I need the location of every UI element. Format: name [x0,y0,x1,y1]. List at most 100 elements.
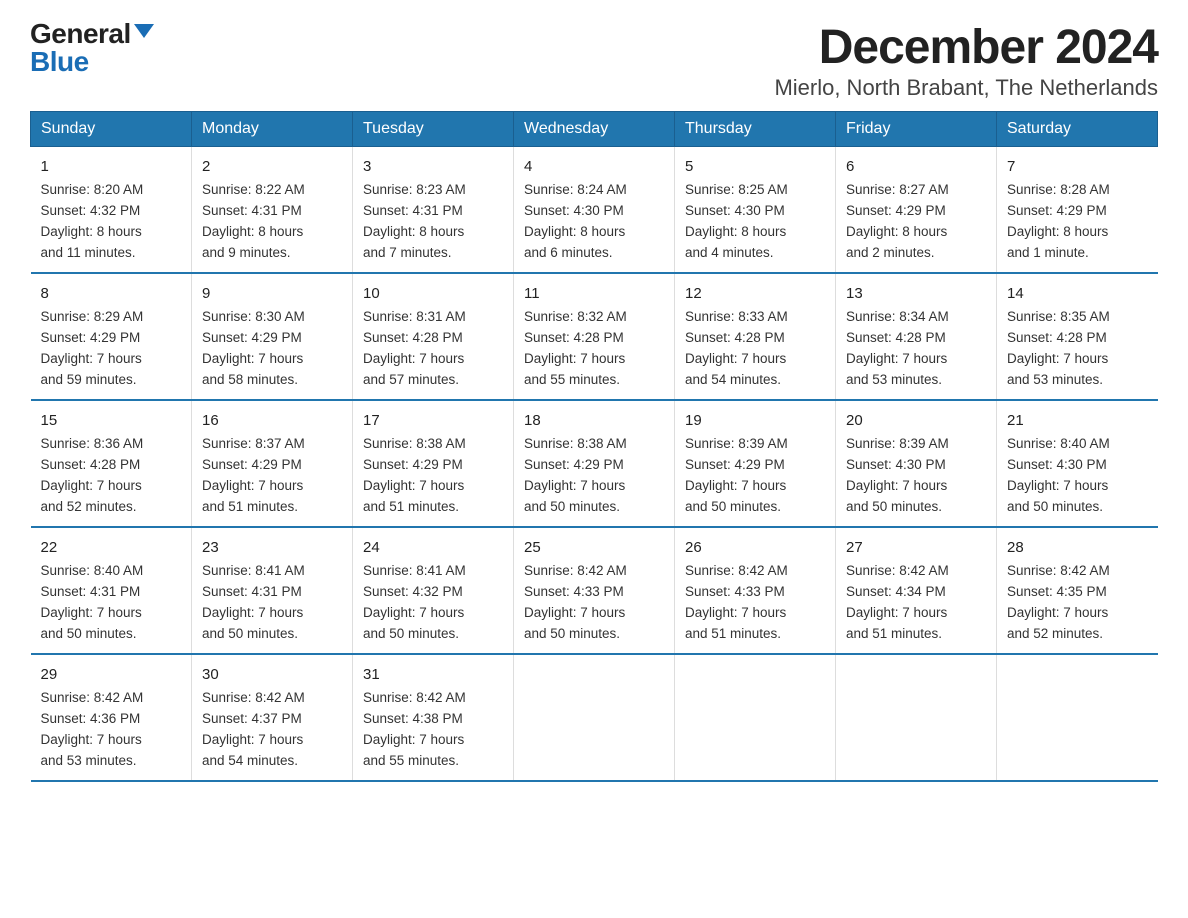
day-number: 23 [202,536,342,559]
logo: General Blue [30,20,154,76]
day-number: 29 [41,663,182,686]
day-number: 22 [41,536,182,559]
day-number: 27 [846,536,986,559]
calendar-cell: 28Sunrise: 8:42 AMSunset: 4:35 PMDayligh… [997,527,1158,654]
calendar-cell [514,654,675,781]
day-number: 19 [685,409,825,432]
day-number: 9 [202,282,342,305]
weekday-header-saturday: Saturday [997,112,1158,147]
calendar-cell: 15Sunrise: 8:36 AMSunset: 4:28 PMDayligh… [31,400,192,527]
day-info: Sunrise: 8:38 AMSunset: 4:29 PMDaylight:… [363,434,503,518]
day-info: Sunrise: 8:23 AMSunset: 4:31 PMDaylight:… [363,180,503,264]
day-info: Sunrise: 8:29 AMSunset: 4:29 PMDaylight:… [41,307,182,391]
day-info: Sunrise: 8:42 AMSunset: 4:36 PMDaylight:… [41,688,182,772]
day-info: Sunrise: 8:24 AMSunset: 4:30 PMDaylight:… [524,180,664,264]
day-info: Sunrise: 8:25 AMSunset: 4:30 PMDaylight:… [685,180,825,264]
day-number: 13 [846,282,986,305]
days-of-week-row: SundayMondayTuesdayWednesdayThursdayFrid… [31,112,1158,147]
day-info: Sunrise: 8:30 AMSunset: 4:29 PMDaylight:… [202,307,342,391]
logo-general-text: General [30,20,131,48]
day-info: Sunrise: 8:36 AMSunset: 4:28 PMDaylight:… [41,434,182,518]
day-number: 17 [363,409,503,432]
day-info: Sunrise: 8:40 AMSunset: 4:31 PMDaylight:… [41,561,182,645]
day-info: Sunrise: 8:40 AMSunset: 4:30 PMDaylight:… [1007,434,1148,518]
day-number: 10 [363,282,503,305]
day-info: Sunrise: 8:39 AMSunset: 4:30 PMDaylight:… [846,434,986,518]
calendar-cell: 22Sunrise: 8:40 AMSunset: 4:31 PMDayligh… [31,527,192,654]
day-info: Sunrise: 8:33 AMSunset: 4:28 PMDaylight:… [685,307,825,391]
calendar-week-row: 22Sunrise: 8:40 AMSunset: 4:31 PMDayligh… [31,527,1158,654]
weekday-header-tuesday: Tuesday [353,112,514,147]
day-number: 25 [524,536,664,559]
day-number: 5 [685,155,825,178]
day-number: 20 [846,409,986,432]
calendar-cell: 5Sunrise: 8:25 AMSunset: 4:30 PMDaylight… [675,147,836,273]
day-number: 16 [202,409,342,432]
day-info: Sunrise: 8:42 AMSunset: 4:37 PMDaylight:… [202,688,342,772]
calendar-cell: 26Sunrise: 8:42 AMSunset: 4:33 PMDayligh… [675,527,836,654]
calendar-cell: 27Sunrise: 8:42 AMSunset: 4:34 PMDayligh… [836,527,997,654]
day-info: Sunrise: 8:38 AMSunset: 4:29 PMDaylight:… [524,434,664,518]
day-number: 18 [524,409,664,432]
calendar-cell [997,654,1158,781]
weekday-header-thursday: Thursday [675,112,836,147]
calendar-cell: 31Sunrise: 8:42 AMSunset: 4:38 PMDayligh… [353,654,514,781]
calendar-cell: 4Sunrise: 8:24 AMSunset: 4:30 PMDaylight… [514,147,675,273]
weekday-header-wednesday: Wednesday [514,112,675,147]
calendar-cell: 19Sunrise: 8:39 AMSunset: 4:29 PMDayligh… [675,400,836,527]
day-info: Sunrise: 8:28 AMSunset: 4:29 PMDaylight:… [1007,180,1148,264]
day-info: Sunrise: 8:39 AMSunset: 4:29 PMDaylight:… [685,434,825,518]
day-info: Sunrise: 8:27 AMSunset: 4:29 PMDaylight:… [846,180,986,264]
calendar-cell: 23Sunrise: 8:41 AMSunset: 4:31 PMDayligh… [192,527,353,654]
calendar-week-row: 15Sunrise: 8:36 AMSunset: 4:28 PMDayligh… [31,400,1158,527]
day-info: Sunrise: 8:42 AMSunset: 4:33 PMDaylight:… [685,561,825,645]
calendar-cell: 29Sunrise: 8:42 AMSunset: 4:36 PMDayligh… [31,654,192,781]
day-number: 12 [685,282,825,305]
day-info: Sunrise: 8:42 AMSunset: 4:38 PMDaylight:… [363,688,503,772]
day-info: Sunrise: 8:32 AMSunset: 4:28 PMDaylight:… [524,307,664,391]
calendar-cell: 12Sunrise: 8:33 AMSunset: 4:28 PMDayligh… [675,273,836,400]
calendar-cell: 30Sunrise: 8:42 AMSunset: 4:37 PMDayligh… [192,654,353,781]
calendar-title: December 2024 [774,20,1158,75]
day-number: 4 [524,155,664,178]
calendar-body: 1Sunrise: 8:20 AMSunset: 4:32 PMDaylight… [31,147,1158,781]
day-number: 14 [1007,282,1148,305]
calendar-table: SundayMondayTuesdayWednesdayThursdayFrid… [30,111,1158,782]
calendar-cell: 8Sunrise: 8:29 AMSunset: 4:29 PMDaylight… [31,273,192,400]
day-info: Sunrise: 8:41 AMSunset: 4:32 PMDaylight:… [363,561,503,645]
day-number: 21 [1007,409,1148,432]
calendar-subtitle: Mierlo, North Brabant, The Netherlands [774,75,1158,101]
calendar-cell: 18Sunrise: 8:38 AMSunset: 4:29 PMDayligh… [514,400,675,527]
day-info: Sunrise: 8:42 AMSunset: 4:33 PMDaylight:… [524,561,664,645]
day-info: Sunrise: 8:42 AMSunset: 4:35 PMDaylight:… [1007,561,1148,645]
calendar-cell: 21Sunrise: 8:40 AMSunset: 4:30 PMDayligh… [997,400,1158,527]
day-number: 26 [685,536,825,559]
day-number: 7 [1007,155,1148,178]
calendar-cell: 11Sunrise: 8:32 AMSunset: 4:28 PMDayligh… [514,273,675,400]
title-section: December 2024 Mierlo, North Brabant, The… [774,20,1158,101]
day-number: 8 [41,282,182,305]
day-info: Sunrise: 8:41 AMSunset: 4:31 PMDaylight:… [202,561,342,645]
logo-blue-text: Blue [30,46,89,77]
day-info: Sunrise: 8:20 AMSunset: 4:32 PMDaylight:… [41,180,182,264]
calendar-cell: 9Sunrise: 8:30 AMSunset: 4:29 PMDaylight… [192,273,353,400]
day-number: 15 [41,409,182,432]
day-number: 3 [363,155,503,178]
day-number: 1 [41,155,182,178]
logo-triangle-icon [134,24,154,38]
day-info: Sunrise: 8:35 AMSunset: 4:28 PMDaylight:… [1007,307,1148,391]
weekday-header-friday: Friday [836,112,997,147]
calendar-header: SundayMondayTuesdayWednesdayThursdayFrid… [31,112,1158,147]
page-header: General Blue December 2024 Mierlo, North… [30,20,1158,101]
day-number: 11 [524,282,664,305]
weekday-header-sunday: Sunday [31,112,192,147]
calendar-cell: 17Sunrise: 8:38 AMSunset: 4:29 PMDayligh… [353,400,514,527]
day-number: 6 [846,155,986,178]
calendar-cell: 1Sunrise: 8:20 AMSunset: 4:32 PMDaylight… [31,147,192,273]
calendar-cell: 13Sunrise: 8:34 AMSunset: 4:28 PMDayligh… [836,273,997,400]
calendar-cell: 2Sunrise: 8:22 AMSunset: 4:31 PMDaylight… [192,147,353,273]
calendar-cell: 25Sunrise: 8:42 AMSunset: 4:33 PMDayligh… [514,527,675,654]
calendar-cell: 10Sunrise: 8:31 AMSunset: 4:28 PMDayligh… [353,273,514,400]
weekday-header-monday: Monday [192,112,353,147]
day-number: 30 [202,663,342,686]
